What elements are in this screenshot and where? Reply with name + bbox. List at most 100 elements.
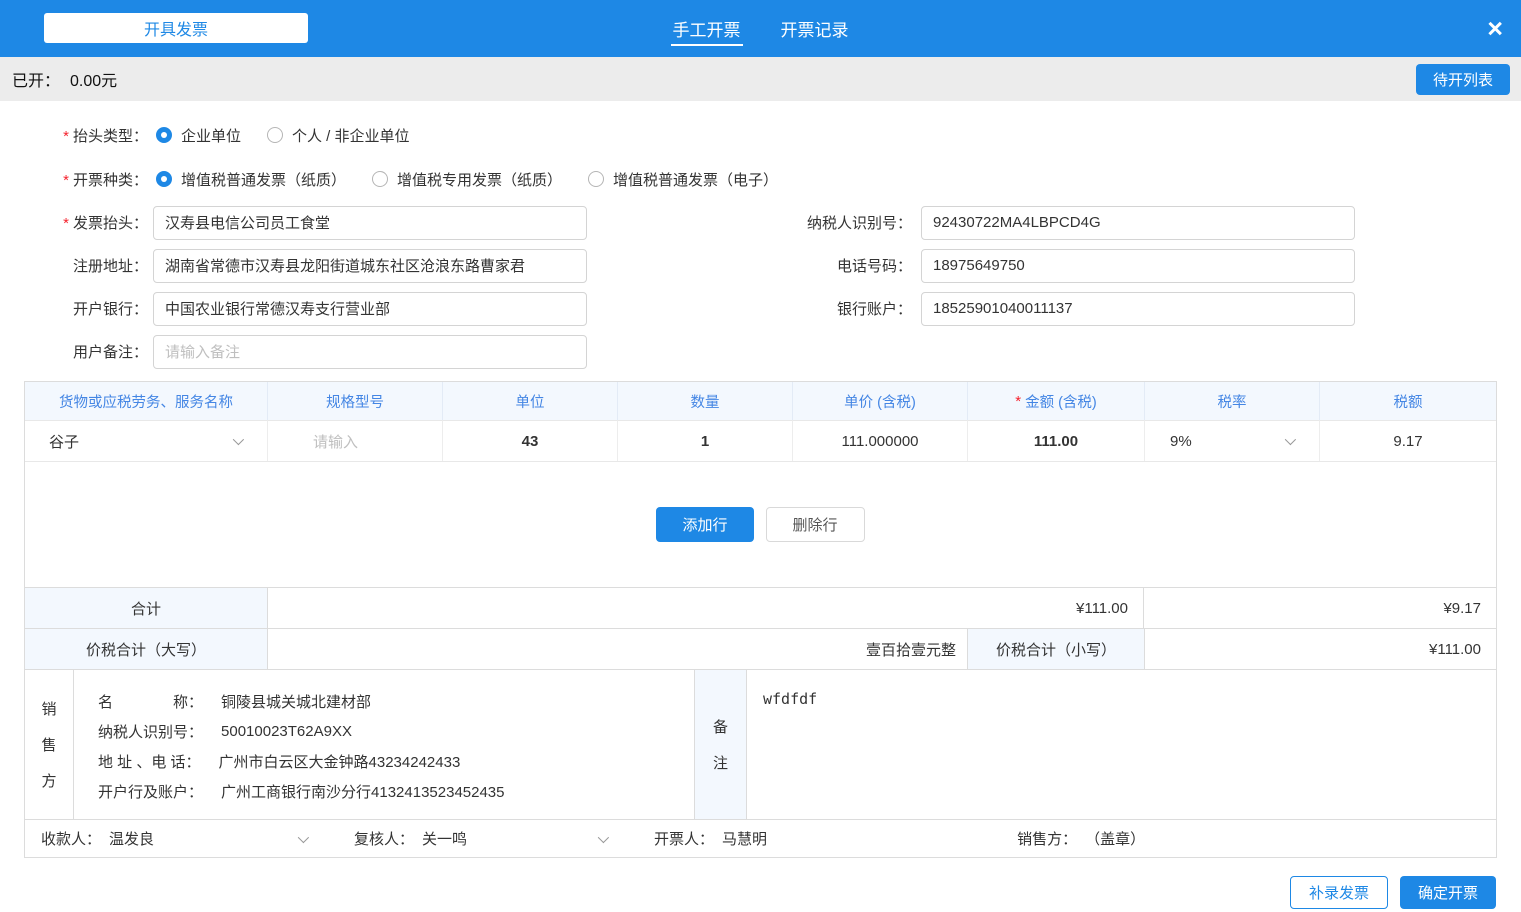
radio-label: 增值税专用发票（纸质） [397, 171, 563, 189]
seller-section: 销 售 方 名 称： 铜陵县城关城北建材部 纳税人识别号： 50010023T6… [25, 669, 1496, 819]
seller-vertical-label: 销 售 方 [25, 670, 74, 819]
invoice-kind-options: 增值税普通发票（纸质） 增值税专用发票（纸质） 增值税普通发票（电子） [156, 169, 778, 190]
top-header: 开具发票 手工开票 开票记录 × [0, 0, 1521, 57]
radio-checked-icon [156, 171, 172, 187]
phone-number-label: 电话号码： [836, 258, 912, 275]
vertical-char: 方 [41, 773, 57, 790]
grand-total-words-value: 壹百拾壹元整 [268, 629, 968, 669]
registered-address-input[interactable]: 湖南省常德市汉寿县龙阳街道城东社区沧浪东路曹家君 [153, 248, 587, 283]
tax-amount-cell: 9.17 [1320, 420, 1496, 461]
invoice-kind-label: * 开票种类： [0, 169, 148, 190]
product-name-select[interactable]: 谷子 [25, 420, 268, 461]
bank-name-input[interactable]: 中国农业银行常德汉寿支行营业部 [153, 291, 587, 326]
column-header-goods-name: 货物或应税劳务、服务名称 [25, 382, 268, 420]
radio-vat-special-paper[interactable]: 增值税专用发票（纸质） [372, 169, 562, 190]
tab-invoicing-records[interactable]: 开票记录 [779, 0, 851, 57]
seller-bank-row: 开户行及账户： 广州工商银行南沙分行4132413523452435 [98, 776, 694, 806]
grand-total-words-label: 价税合计（大写） [25, 629, 268, 669]
invoice-title-input[interactable]: 汉寿县电信公司员工食堂 [153, 205, 587, 240]
invoice-title-row: * 发票抬头： 汉寿县电信公司员工食堂 纳税人识别号： 92430722MA4LB… [0, 201, 1521, 244]
input-value: 汉寿县电信公司员工食堂 [165, 215, 331, 232]
seller-info: 名 称： 铜陵县城关城北建材部 纳税人识别号： 50010023T62A9XX … [74, 670, 695, 819]
bank-name-label: 开户银行： [72, 301, 148, 318]
totals-row: 合计 ¥111.00 ¥9.17 [25, 587, 1496, 628]
required-asterisk: * [1015, 392, 1022, 410]
issued-amount-value: 0.00元 [70, 73, 118, 90]
radio-individual-non-enterprise[interactable]: 个人 / 非企业单位 [267, 125, 410, 146]
column-header-unit: 单位 [443, 382, 618, 420]
seller-stamp-value: （盖章） [1085, 831, 1146, 848]
user-remark-input[interactable]: 请输入备注 [153, 334, 587, 369]
column-header-tax-amount: 税额 [1393, 394, 1423, 411]
seller-bank-label: 开户行及账户： [98, 783, 204, 801]
column-header-tax-rate: 税率 [1145, 382, 1320, 420]
issuer-value: 马慧明 [722, 831, 768, 848]
radio-enterprise-unit[interactable]: 企业单位 [156, 125, 241, 146]
radio-label: 增值税普通发票（纸质） [181, 171, 347, 189]
select-value: 温发良 [109, 831, 155, 848]
taxpayer-id-input[interactable]: 92430722MA4LBPCD4G [921, 205, 1355, 240]
confirm-invoice-button[interactable]: 确定开票 [1399, 876, 1496, 909]
supplement-invoice-button[interactable]: 补录发票 [1289, 876, 1388, 909]
seller-taxpayer-label: 纳税人识别号： [98, 723, 204, 741]
bottom-actions: 补录发票 确定开票 [0, 858, 1521, 909]
seller-taxpayer-value: 50010023T62A9XX [221, 722, 352, 740]
add-row-button[interactable]: 添加行 [656, 507, 754, 542]
reviewer-select[interactable]: 关一鸣 [422, 828, 614, 849]
radio-unchecked-icon [267, 127, 284, 143]
seller-taxpayer-row: 纳税人识别号： 50010023T62A9XX [98, 716, 694, 746]
column-header-unit-price: 单价 (含税) [793, 382, 968, 420]
select-value: 关一鸣 [422, 831, 468, 848]
remark-vertical-label: 备 注 [695, 670, 747, 819]
invoice-remark-input[interactable]: wfdfdf [747, 670, 1496, 819]
vertical-char: 售 [41, 737, 57, 754]
radio-unchecked-icon [588, 171, 605, 187]
chevron-down-icon [1284, 433, 1297, 446]
grand-total-numeric-value: ¥111.00 [1429, 640, 1481, 658]
invoice-title-pill[interactable]: 开具发票 [44, 13, 308, 43]
sub-header: 已开： 0.00元 待开列表 [0, 57, 1521, 101]
delete-row-button[interactable]: 删除行 [765, 507, 865, 542]
column-header-quantity: 数量 [618, 382, 793, 420]
radio-vat-ordinary-paper[interactable]: 增值税普通发票（纸质） [156, 169, 346, 190]
label-text: 抬头类型： [72, 127, 148, 145]
label-text: 发票抬头： [72, 215, 148, 232]
radio-label: 企业单位 [181, 127, 242, 145]
radio-vat-ordinary-electronic[interactable]: 增值税普通发票（电子） [588, 169, 778, 190]
tab-label: 手工开票 [672, 21, 741, 40]
payee-select[interactable]: 温发良 [109, 828, 314, 849]
unit-cell[interactable]: 43 [443, 420, 618, 461]
bank-account-input[interactable]: 18525901040011137 [921, 291, 1355, 326]
bank-row: 开户银行： 中国农业银行常德汉寿支行营业部 银行账户： 185259010400… [0, 287, 1521, 330]
close-icon[interactable]: × [1487, 15, 1503, 42]
invoice-kind-row: * 开票种类： 增值税普通发票（纸质） 增值税专用发票（纸质） 增值税普通发票（电… [0, 157, 1521, 201]
quantity-cell[interactable]: 1 [618, 420, 793, 461]
vertical-char: 销 [41, 701, 57, 718]
chevron-down-icon [597, 831, 610, 843]
totals-label: 合计 [25, 588, 268, 628]
vertical-char: 备 [712, 719, 728, 736]
radio-label: 个人 / 非企业单位 [292, 127, 410, 145]
vertical-char: 注 [712, 755, 728, 772]
header-type-options: 企业单位 个人 / 非企业单位 [156, 125, 410, 146]
label-text: 开票种类： [72, 171, 148, 189]
unit-price-cell[interactable]: 111.000000 [793, 420, 968, 461]
label-text: 金额 (含税) [1025, 394, 1097, 411]
column-header-spec: 规格型号 [268, 382, 443, 420]
seller-stamp-label: 销售方： [1017, 831, 1078, 848]
seller-address-label: 地 址 、电 话： [98, 753, 201, 771]
cell-value: 谷子 [49, 433, 80, 451]
tax-rate-select[interactable]: 9% [1145, 420, 1320, 461]
phone-number-input[interactable]: 18975649750 [921, 248, 1355, 283]
registered-address-row: 注册地址： 湖南省常德市汉寿县龙阳街道城东社区沧浪东路曹家君 电话号码： 189… [0, 244, 1521, 287]
spec-input[interactable]: 请输入 [268, 420, 443, 461]
page-title: 开具发票 [143, 22, 208, 39]
required-asterisk: * [63, 215, 69, 232]
tab-label: 开票记录 [780, 21, 849, 40]
pending-list-button[interactable]: 待开列表 [1415, 64, 1510, 95]
sign-row: 收款人： 温发良 复核人： 关一鸣 开票人： 马慧明 销售方： （盖章） [25, 819, 1496, 857]
tab-manual-invoicing[interactable]: 手工开票 [670, 0, 743, 57]
column-header-amount: * 金额 (含税) [968, 382, 1145, 420]
amount-cell[interactable]: 111.00 [968, 420, 1145, 461]
chevron-down-icon [232, 433, 245, 446]
